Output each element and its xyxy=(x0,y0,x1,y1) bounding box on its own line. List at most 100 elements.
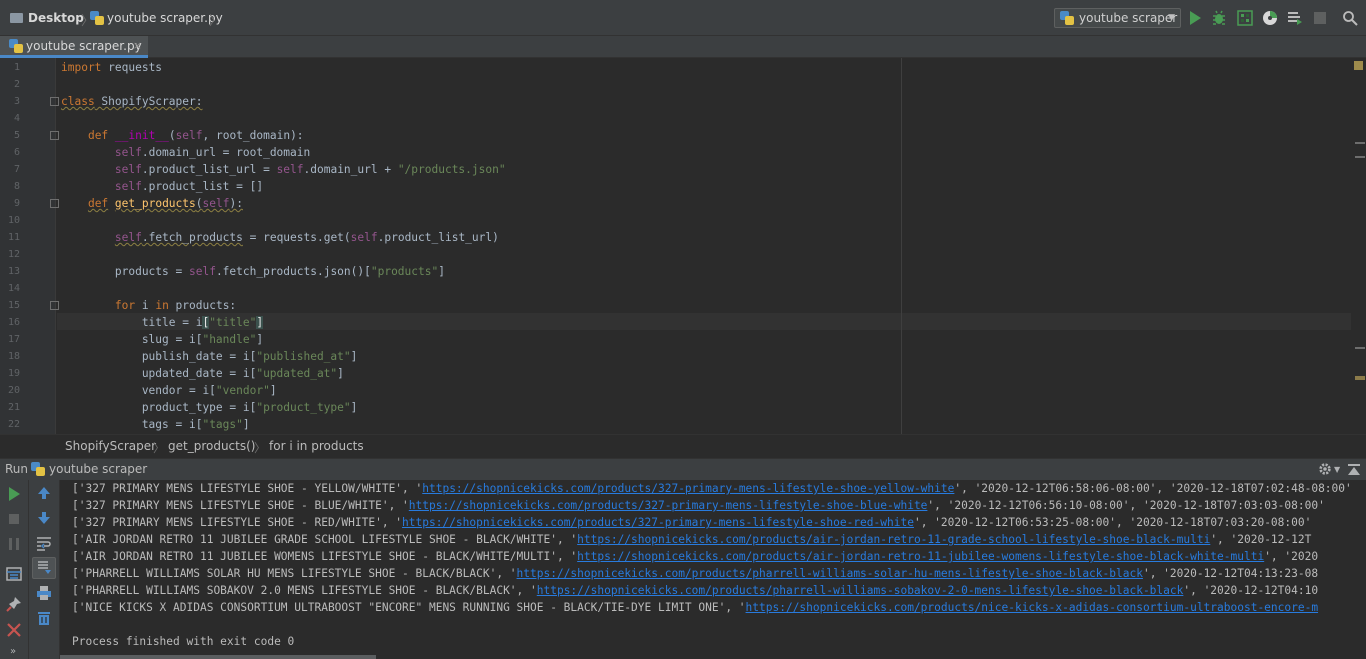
code-token: __init__ xyxy=(114,129,169,142)
line-number: 4 xyxy=(13,113,20,124)
run-icon[interactable] xyxy=(1187,10,1203,26)
gear-icon[interactable] xyxy=(1318,462,1332,476)
editor-tab-bar: youtube scraper.py × xyxy=(0,36,1366,58)
debug-icon[interactable] xyxy=(1211,10,1227,26)
arrow-down-icon[interactable] xyxy=(36,510,52,526)
search-icon[interactable] xyxy=(1342,10,1358,26)
code-token: requests xyxy=(101,61,163,74)
line-number: 13 xyxy=(7,266,20,277)
code-token: publish_date = i[ xyxy=(61,350,257,363)
run-panel-header: Run youtube scraper ▼ xyxy=(0,458,1366,480)
console-line: ['327 PRIMARY MENS LIFESTYLE SHOE - BLUE… xyxy=(72,497,1325,514)
run-console-output[interactable]: ['327 PRIMARY MENS LIFESTYLE SHOE - YELL… xyxy=(60,480,1366,659)
code-line[interactable]: tags = i["tags"] xyxy=(61,416,250,433)
stop-icon[interactable] xyxy=(6,511,22,527)
code-line[interactable]: class ShopifyScraper: xyxy=(61,93,202,110)
code-line[interactable]: updated_date = i["updated_at"] xyxy=(61,365,344,382)
code-line[interactable]: vendor = i["vendor"] xyxy=(61,382,277,399)
concurrency-icon[interactable] xyxy=(1287,10,1303,26)
code-token: def xyxy=(87,197,109,210)
soft-wrap-icon[interactable] xyxy=(36,535,52,551)
code-token: i xyxy=(135,299,156,312)
code-token: ShopifyScraper: xyxy=(94,95,203,108)
more-icon[interactable]: » xyxy=(10,646,16,657)
line-number: 15 xyxy=(7,300,20,311)
code-line[interactable]: self.product_list_url = self.domain_url … xyxy=(61,161,506,178)
run-panel-title: Run xyxy=(5,462,29,476)
code-line[interactable]: products = self.fetch_products.json()["p… xyxy=(61,263,445,280)
code-line[interactable]: def get_products(self): xyxy=(61,195,243,212)
code-line[interactable]: title = i["title"] xyxy=(61,314,264,331)
stop-icon[interactable] xyxy=(1312,10,1328,26)
code-editor[interactable]: import requests class ShopifyScraper: def… xyxy=(57,58,1351,434)
rerun-icon[interactable] xyxy=(6,486,22,502)
console-link[interactable]: https://shopnicekicks.com/products/air-j… xyxy=(577,550,1264,563)
code-token: "products" xyxy=(370,265,439,278)
console-link[interactable]: https://shopnicekicks.com/products/327-p… xyxy=(402,516,914,529)
console-link[interactable]: https://shopnicekicks.com/products/air-j… xyxy=(577,533,1210,546)
run-configuration-selector[interactable]: youtube scraper ▼ xyxy=(1054,8,1181,28)
line-number: 1 xyxy=(13,62,20,73)
python-file-icon xyxy=(9,39,23,53)
profile-icon[interactable] xyxy=(1262,10,1278,26)
console-text: ', '2020-12-12T04:10 xyxy=(1183,584,1319,597)
code-line[interactable]: product_type = i["product_type"] xyxy=(61,399,358,416)
minimize-icon[interactable] xyxy=(1348,464,1360,476)
line-number: 14 xyxy=(7,283,20,294)
line-number: 11 xyxy=(7,232,20,243)
print-icon[interactable] xyxy=(36,585,52,601)
tab-youtube-scraper[interactable]: youtube scraper.py × xyxy=(0,36,148,58)
code-line[interactable]: publish_date = i["published_at"] xyxy=(61,348,358,365)
console-link[interactable]: https://shopnicekicks.com/products/nice-… xyxy=(746,601,1319,614)
code-token: class xyxy=(61,95,95,108)
python-file-icon xyxy=(90,11,104,25)
breadcrumb-loop[interactable]: for i in products xyxy=(269,439,364,453)
close-icon[interactable]: × xyxy=(133,36,142,56)
pause-icon[interactable] xyxy=(6,536,22,552)
code-token: import xyxy=(61,61,102,74)
console-link[interactable]: https://shopnicekicks.com/products/327-p… xyxy=(409,499,928,512)
code-token: in xyxy=(155,299,169,312)
code-token: self xyxy=(188,265,216,278)
breadcrumb-method[interactable]: get_products() xyxy=(168,439,255,453)
console-text: ', '2020-12-12T06:53:25-08:00', '2020-12… xyxy=(913,516,1312,529)
code-line[interactable]: import requests xyxy=(61,59,162,76)
line-number: 16 xyxy=(7,317,20,328)
breadcrumb-desktop[interactable]: Desktop xyxy=(10,9,84,27)
console-link[interactable]: https://shopnicekicks.com/products/pharr… xyxy=(517,567,1143,580)
code-line[interactable]: self.fetch_products = requests.get(self.… xyxy=(61,229,499,246)
layout-icon[interactable] xyxy=(6,566,22,582)
code-token: "updated_at" xyxy=(256,367,338,380)
code-token: "product_type" xyxy=(256,401,351,414)
code-token: ): xyxy=(229,197,243,210)
console-text: ', '2020-12-12T06:58:06-08:00', '2020-12… xyxy=(954,482,1352,495)
python-icon xyxy=(31,462,45,476)
breadcrumb-class[interactable]: ShopifyScraper xyxy=(65,439,156,453)
console-link[interactable]: https://shopnicekicks.com/products/pharr… xyxy=(537,584,1184,597)
code-token: ( xyxy=(195,197,203,210)
arrow-up-icon[interactable] xyxy=(36,485,52,501)
code-line[interactable]: for i in products: xyxy=(61,297,236,314)
code-line[interactable]: def __init__(self, root_domain): xyxy=(61,127,304,144)
warning-indicator[interactable] xyxy=(1354,61,1363,70)
chevron-down-icon[interactable]: ▼ xyxy=(1334,459,1340,480)
breadcrumb-file[interactable]: youtube scraper.py xyxy=(90,9,223,27)
console-line: ['NICE KICKS X ADIDAS CONSORTIUM ULTRABO… xyxy=(72,599,1318,616)
run-toolbar-secondary xyxy=(29,480,60,659)
code-line[interactable]: slug = i["handle"] xyxy=(61,331,263,348)
code-line[interactable]: self.product_list = [] xyxy=(61,178,263,195)
code-line[interactable]: self.domain_url = root_domain xyxy=(61,144,310,161)
console-text: ['327 PRIMARY MENS LIFESTYLE SHOE - YELL… xyxy=(72,482,423,495)
scroll-to-end-toggle[interactable] xyxy=(32,557,56,579)
code-token: products = xyxy=(61,265,189,278)
breadcrumb-separator: 〉 xyxy=(254,441,267,455)
coverage-icon[interactable] xyxy=(1237,10,1253,26)
close-icon[interactable] xyxy=(6,622,22,638)
console-horizontal-scrollbar[interactable] xyxy=(60,655,376,659)
pin-icon[interactable] xyxy=(6,596,22,612)
trash-icon[interactable] xyxy=(36,610,52,626)
console-link[interactable]: https://shopnicekicks.com/products/327-p… xyxy=(422,482,954,495)
